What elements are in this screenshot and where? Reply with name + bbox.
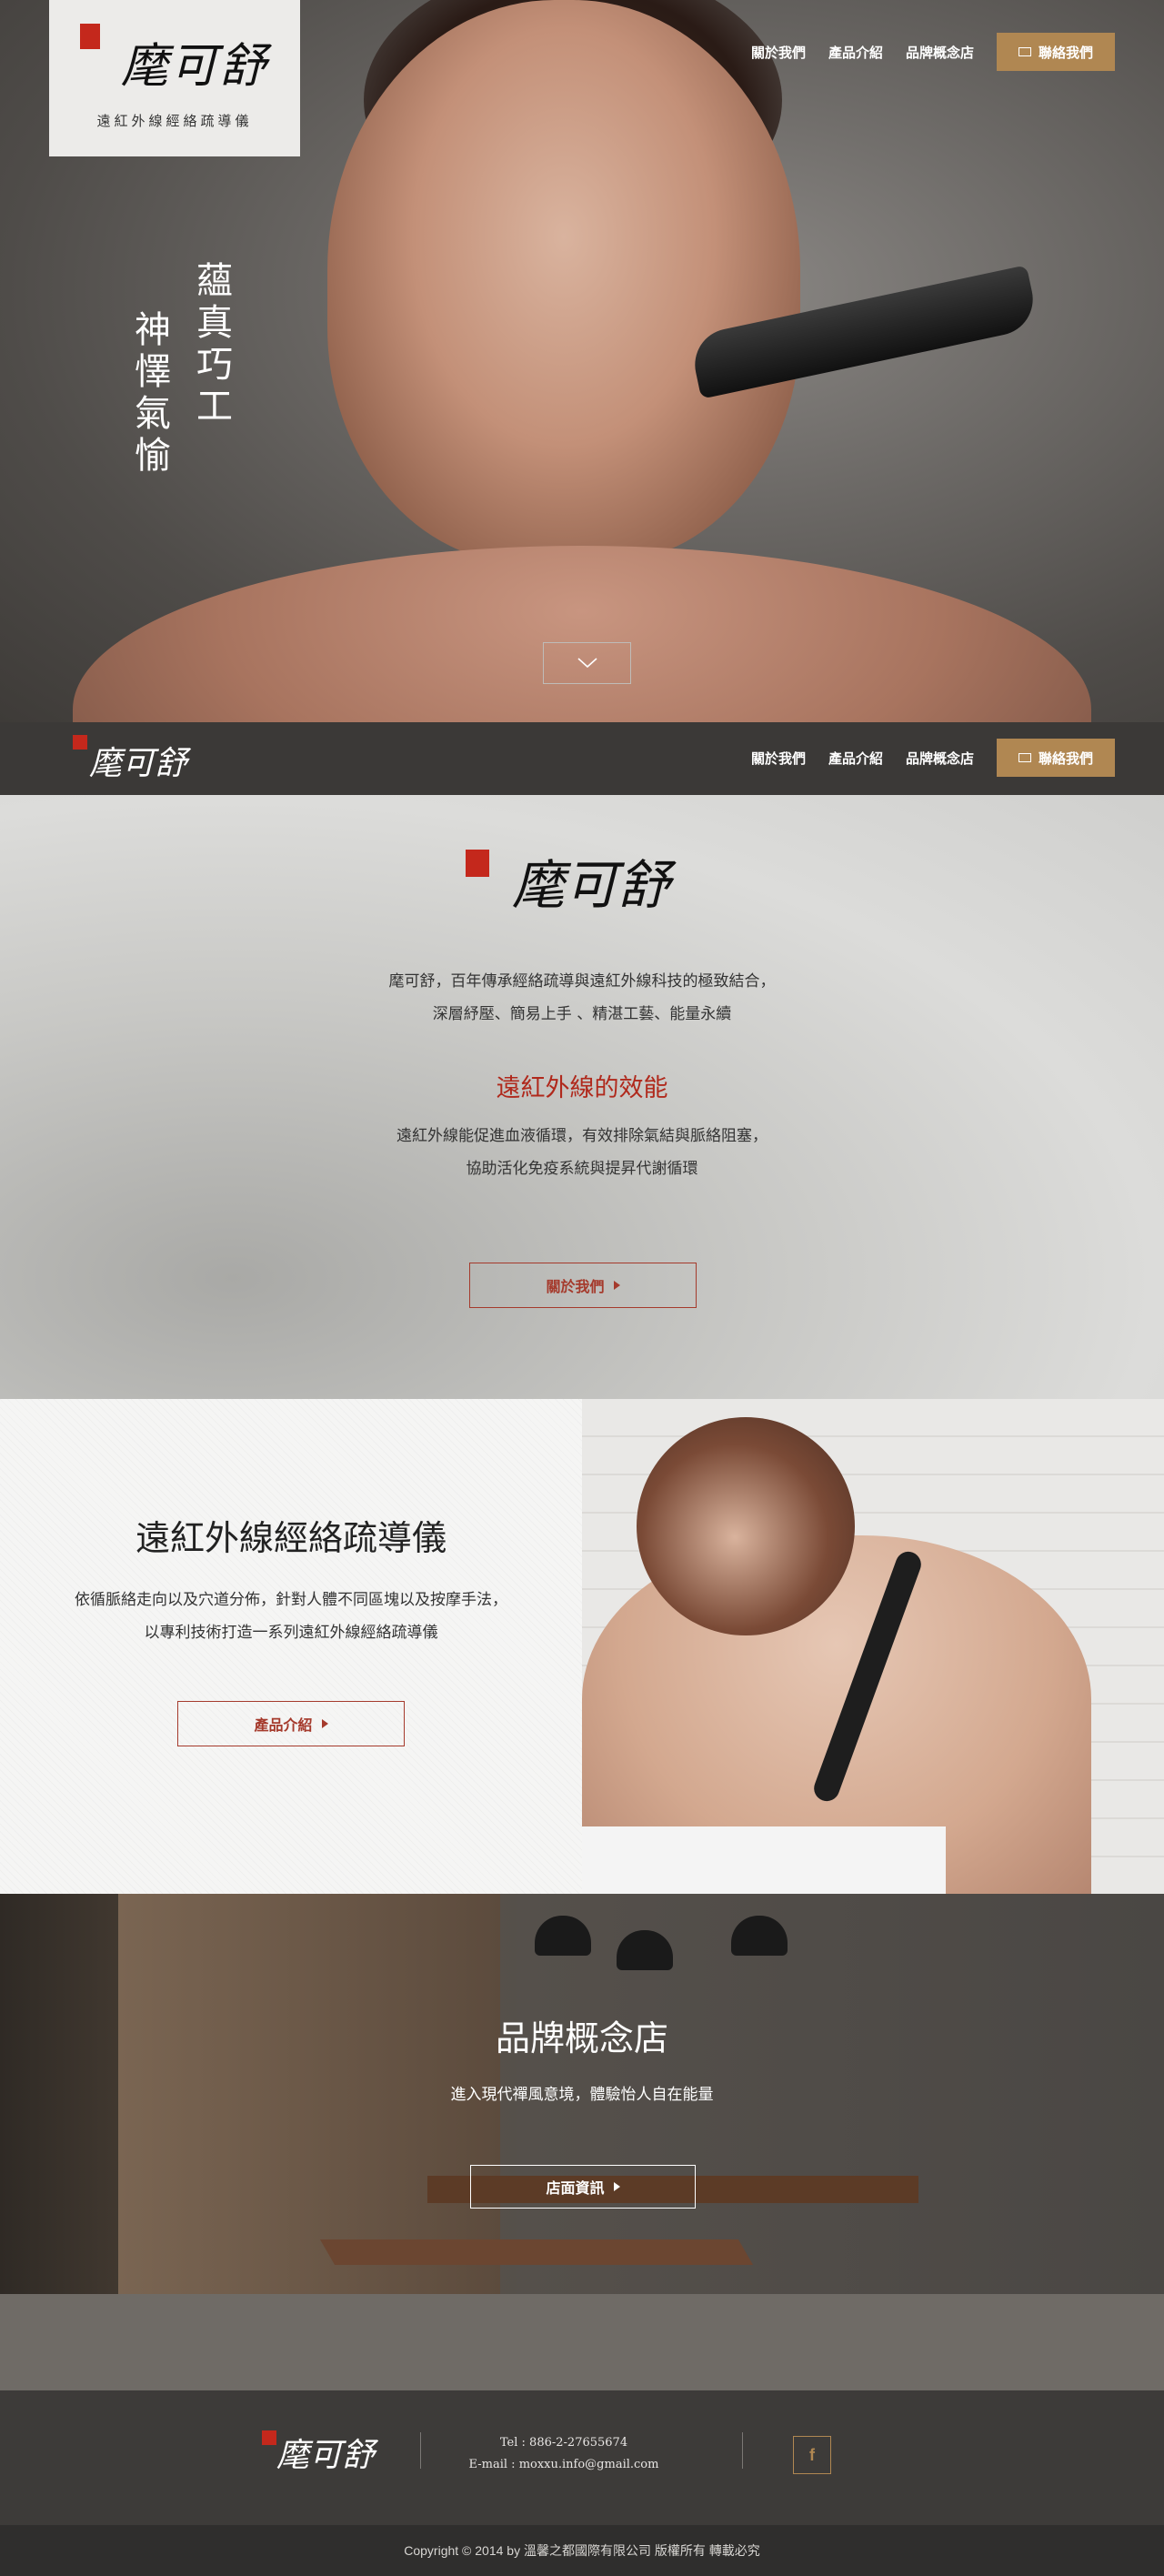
mail-icon <box>1018 753 1031 762</box>
nav-products[interactable]: 產品介紹 <box>828 749 883 768</box>
hero-slogan-1: 蘊真巧工 <box>196 260 233 428</box>
hero-photo-model <box>327 0 800 564</box>
logo-tagline: 遠紅外線經絡疏導儀 <box>96 113 253 129</box>
facebook-icon[interactable]: f <box>793 2436 831 2474</box>
footer: 麾可舒 Tel : 886-2-27655674 E-mail : moxxu.… <box>0 2390 1164 2525</box>
logo-brand-name: 麾可舒 <box>120 39 268 94</box>
intro-text-3: 遠紅外線能促進血液循環，有效排除氣結與脈絡阻塞， <box>396 1127 768 1145</box>
nav-store[interactable]: 品牌概念店 <box>906 749 974 768</box>
footer-email[interactable]: E-mail : moxxu.info@gmail.com <box>455 2458 673 2471</box>
seal-icon <box>262 2430 276 2445</box>
seal-icon <box>80 24 100 49</box>
nav-about[interactable]: 關於我們 <box>751 43 806 62</box>
lamp-icon <box>731 1916 788 1956</box>
sticky-logo[interactable]: 麾可舒 <box>89 737 187 784</box>
store-photo-floor <box>0 2294 1164 2390</box>
contact-button[interactable]: 聯絡我們 <box>997 739 1115 777</box>
intro-text-1: 麾可舒，百年傳承經絡疏導與遠紅外線科技的極致結合， <box>388 972 776 991</box>
product-section: 遠紅外線經絡疏導儀 依循脈絡走向以及穴道分佈，針對人體不同區塊以及按摩手法， 以… <box>0 1399 582 1894</box>
nav-store[interactable]: 品牌概念店 <box>906 43 974 62</box>
intro-heading: 遠紅外線的效能 <box>496 1074 668 1102</box>
product-text-2: 以專利技術打造一系列遠紅外線經絡疏導儀 <box>144 1624 438 1642</box>
seal-icon <box>466 850 489 877</box>
hero-slogan-2: 神懌氣愉 <box>135 309 171 477</box>
play-arrow-icon <box>321 1719 328 1728</box>
sticky-header: 麾可舒 關於我們 產品介紹 品牌概念店 聯絡我們 <box>0 722 1164 795</box>
contact-label: 聯絡我們 <box>1038 44 1093 61</box>
store-text: 進入現代禪風意境，體驗怡人自在能量 <box>450 2086 714 2104</box>
intro-logo: 麾可舒 <box>511 854 670 916</box>
nav-about[interactable]: 關於我們 <box>751 749 806 768</box>
store-section: 品牌概念店 進入現代禪風意境，體驗怡人自在能量 店面資訊 <box>0 1894 1164 2390</box>
contact-button[interactable]: 聯絡我們 <box>997 33 1115 71</box>
footer-tel: Tel : 886-2-27655674 <box>499 2436 628 2450</box>
contact-label: 聯絡我們 <box>1038 750 1093 767</box>
footer-divider <box>742 2432 743 2469</box>
hero-section: 麾可舒 遠紅外線經絡疏導儀 關於我們 產品介紹 品牌概念店 聯絡我們 蘊真巧工 … <box>0 0 1164 722</box>
copyright: Copyright © 2014 by 溫馨之都國際有限公司 版權所有 轉載必究 <box>0 2525 1164 2576</box>
footer-logo[interactable]: 麾可舒 <box>276 2429 375 2476</box>
products-button[interactable]: 產品介紹 <box>177 1701 405 1746</box>
store-photo-bench <box>319 2239 754 2265</box>
intro-text-2: 深層紓壓、簡易上手 、精湛工藝、能量永續 <box>432 1005 732 1023</box>
hero-photo-shoulders <box>73 546 1091 722</box>
product-photo <box>582 1399 1164 1894</box>
mail-icon <box>1018 47 1031 56</box>
about-button-label: 關於我們 <box>546 1278 605 1295</box>
sticky-nav: 關於我們 產品介紹 品牌概念店 聯絡我們 <box>751 739 1115 777</box>
product-photo-head <box>637 1417 855 1635</box>
intro-section: 麾可舒 麾可舒，百年傳承經絡疏導與遠紅外線科技的極致結合， 深層紓壓、簡易上手 … <box>0 795 1164 1399</box>
chevron-down-icon <box>577 658 597 669</box>
play-arrow-icon <box>613 2182 620 2191</box>
scroll-down-button[interactable] <box>543 642 631 684</box>
lamp-icon <box>617 1930 673 1970</box>
intro-text-4: 協助活化免疫系統與提昇代謝循環 <box>466 1160 698 1178</box>
product-text-1: 依循脈絡走向以及穴道分佈，針對人體不同區塊以及按摩手法， <box>75 1591 507 1609</box>
store-info-button[interactable]: 店面資訊 <box>470 2165 696 2209</box>
nav-products[interactable]: 產品介紹 <box>828 43 883 62</box>
main-nav: 關於我們 產品介紹 品牌概念店 聯絡我們 <box>751 33 1115 71</box>
store-heading: 品牌概念店 <box>495 2018 668 2058</box>
about-button[interactable]: 關於我們 <box>469 1263 697 1308</box>
store-info-button-label: 店面資訊 <box>546 2179 605 2197</box>
products-button-label: 產品介紹 <box>254 1716 313 1734</box>
play-arrow-icon <box>613 1281 620 1290</box>
product-photo-towel <box>582 1826 946 1894</box>
lamp-icon <box>535 1916 591 1956</box>
seal-icon <box>73 735 87 750</box>
product-heading: 遠紅外線經絡疏導儀 <box>135 1518 447 1558</box>
footer-divider <box>420 2432 421 2469</box>
header-logo[interactable]: 麾可舒 遠紅外線經絡疏導儀 <box>49 0 300 156</box>
